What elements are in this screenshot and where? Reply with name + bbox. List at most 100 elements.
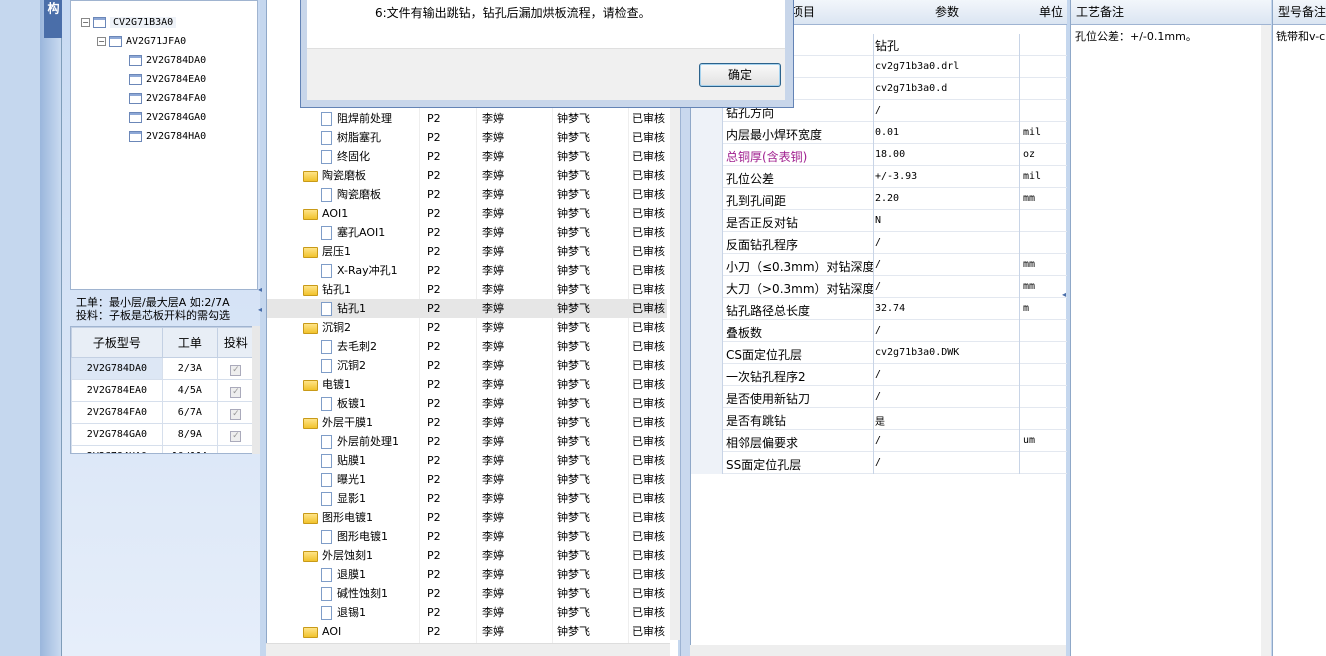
table-row[interactable]: 2V2G784HA010/11A ✓ — [71, 445, 255, 453]
flow-row[interactable]: 陶瓷磨板 P2 李婷 钟梦飞 已审核 — [267, 185, 667, 204]
col-header-value[interactable]: 参数 — [935, 0, 959, 25]
param-value[interactable]: / — [873, 276, 1020, 298]
feed-checkbox[interactable]: ✓ — [230, 386, 242, 398]
row-header[interactable] — [691, 254, 723, 276]
flow-row[interactable]: 钻孔1 P2 李婷 钟梦飞 已审核 — [267, 280, 667, 299]
flow-row[interactable]: 阻焊前处理 P2 李婷 钟梦飞 已审核 — [267, 109, 667, 128]
param-value[interactable]: cv2g71b3a0.d — [873, 78, 1020, 100]
param-value[interactable]: / — [873, 232, 1020, 254]
param-value[interactable]: / — [873, 452, 1020, 474]
param-value[interactable]: / — [873, 386, 1020, 408]
feed-checkbox[interactable]: ✓ — [230, 452, 242, 453]
flow-horizontal-scrollbar[interactable] — [266, 643, 670, 656]
param-value[interactable]: 0.01 — [873, 122, 1020, 144]
cell-order[interactable]: 4/5A — [161, 379, 218, 402]
row-header[interactable] — [691, 452, 723, 474]
param-value[interactable]: N — [873, 210, 1020, 232]
param-row[interactable]: 一次钻孔程序2 / — [691, 364, 1067, 386]
cell-order[interactable]: 2/3A — [161, 357, 218, 380]
flow-row[interactable]: 外层干膜1 P2 李婷 钟梦飞 已审核 — [267, 413, 667, 432]
param-value[interactable]: 2.20 — [873, 188, 1020, 210]
tree-leaf[interactable]: 2V2G784GA0 — [129, 108, 206, 126]
param-horizontal-scrollbar[interactable] — [690, 645, 1066, 656]
param-row[interactable]: 钻孔路径总长度 32.74 m — [691, 298, 1067, 320]
model-notes-text[interactable]: 铣带和v-cut — [1276, 28, 1326, 44]
param-row[interactable]: 叠板数 / — [691, 320, 1067, 342]
param-value[interactable]: / — [873, 254, 1020, 276]
param-row[interactable]: 总铜厚(含表铜) 18.00 oz — [691, 144, 1067, 166]
param-value[interactable]: 是 — [873, 408, 1020, 430]
flow-row[interactable]: 曝光1 P2 李婷 钟梦飞 已审核 — [267, 470, 667, 489]
collapse-icon[interactable]: − — [97, 36, 106, 46]
flow-row[interactable]: 沉铜2 P2 李婷 钟梦飞 已审核 — [267, 356, 667, 375]
flow-row[interactable]: 图形电镀1 P2 李婷 钟梦飞 已审核 — [267, 527, 667, 546]
flow-row[interactable]: 沉铜2 P2 李婷 钟梦飞 已审核 — [267, 318, 667, 337]
row-header[interactable] — [691, 232, 723, 254]
flow-row[interactable]: 外层蚀刻1 P2 李婷 钟梦飞 已审核 — [267, 546, 667, 565]
row-header[interactable] — [691, 166, 723, 188]
param-value[interactable]: +/-3.93 — [873, 166, 1020, 188]
flow-row[interactable]: 电镀1 P2 李婷 钟梦飞 已审核 — [267, 375, 667, 394]
cell-order[interactable]: 10/11A — [161, 445, 218, 453]
tree-leaf[interactable]: 2V2G784DA0 — [129, 51, 206, 69]
flow-row[interactable]: 碱性蚀刻1 P2 李婷 钟梦飞 已审核 — [267, 584, 667, 603]
col-header-order[interactable]: 工单 — [161, 327, 218, 358]
row-header[interactable] — [691, 386, 723, 408]
flow-row[interactable]: 贴膜1 P2 李婷 钟梦飞 已审核 — [267, 451, 667, 470]
param-value[interactable]: cv2g71b3a0.drl — [873, 56, 1020, 78]
param-row[interactable]: 孔到孔间距 2.20 mm — [691, 188, 1067, 210]
flow-row[interactable]: 外层前处理1 P2 李婷 钟梦飞 已审核 — [267, 432, 667, 451]
table-row[interactable]: 2V2G784FA0 6/7A ✓ — [71, 401, 255, 424]
table-row[interactable]: 2V2G784DA0 2/3A ✓ — [71, 357, 255, 380]
row-header[interactable] — [691, 408, 723, 430]
process-notes-text[interactable]: 孔位公差：+/-0.1mm。 — [1075, 28, 1260, 44]
flow-row[interactable]: 图形电镀1 P2 李婷 钟梦飞 已审核 — [267, 508, 667, 527]
row-header[interactable] — [691, 276, 723, 298]
param-value[interactable]: cv2g71b3a0.DWK — [873, 342, 1020, 364]
flow-row[interactable]: 去毛刺2 P2 李婷 钟梦飞 已审核 — [267, 337, 667, 356]
flow-row[interactable]: 退锡1 P2 李婷 钟梦飞 已审核 — [267, 603, 667, 622]
collapse-icon[interactable]: − — [81, 17, 90, 27]
param-row[interactable]: 孔位公差 +/-3.93 mil — [691, 166, 1067, 188]
row-header[interactable] — [691, 298, 723, 320]
splitter-arrows-icon[interactable]: ◂ ◂ — [258, 280, 264, 360]
flow-row[interactable]: AOI P2 李婷 钟梦飞 已审核 — [267, 622, 667, 641]
flow-row[interactable]: 终固化 P2 李婷 钟梦飞 已审核 — [267, 147, 667, 166]
flow-row[interactable]: AOI1 P2 李婷 钟梦飞 已审核 — [267, 204, 667, 223]
row-header[interactable] — [691, 122, 723, 144]
flow-row[interactable]: 显影1 P2 李婷 钟梦飞 已审核 — [267, 489, 667, 508]
col-header-unit[interactable]: 单位 — [1039, 0, 1063, 25]
flow-row[interactable]: 树脂塞孔 P2 李婷 钟梦飞 已审核 — [267, 128, 667, 147]
feed-checkbox[interactable]: ✓ — [230, 430, 242, 442]
param-row[interactable]: 是否正反对钻 N — [691, 210, 1067, 232]
row-header[interactable] — [691, 320, 723, 342]
param-row[interactable]: 大刀（>0.3mm）对钻深度 / mm — [691, 276, 1067, 298]
row-header[interactable] — [691, 364, 723, 386]
cell-order[interactable]: 8/9A — [161, 423, 218, 446]
flow-row[interactable]: 板镀1 P2 李婷 钟梦飞 已审核 — [267, 394, 667, 413]
flow-row[interactable]: 塞孔AOI1 P2 李婷 钟梦飞 已审核 — [267, 223, 667, 242]
flow-row[interactable]: 层压1 P2 李婷 钟梦飞 已审核 — [267, 242, 667, 261]
flow-row[interactable]: 陶瓷磨板 P2 李婷 钟梦飞 已审核 — [267, 166, 667, 185]
notes-scrollbar[interactable] — [1261, 25, 1271, 656]
col-header-model[interactable]: 子板型号 — [71, 327, 163, 358]
param-row[interactable]: 相邻层偏要求 / um — [691, 430, 1067, 452]
param-value[interactable]: / — [873, 430, 1020, 452]
table-row[interactable]: 2V2G784EA0 4/5A ✓ — [71, 379, 255, 402]
param-value[interactable]: 18.00 — [873, 144, 1020, 166]
feed-checkbox[interactable]: ✓ — [230, 364, 242, 376]
row-header[interactable] — [691, 188, 723, 210]
feed-checkbox[interactable]: ✓ — [230, 408, 242, 420]
ok-button[interactable]: 确定 — [699, 63, 781, 87]
tree-leaf[interactable]: 2V2G784FA0 — [129, 89, 206, 107]
param-row[interactable]: CS面定位孔层 cv2g71b3a0.DWK — [691, 342, 1067, 364]
row-header[interactable] — [691, 430, 723, 452]
row-header[interactable] — [691, 342, 723, 364]
col-header-feed[interactable]: 投料 — [216, 327, 255, 358]
cell-order[interactable]: 6/7A — [161, 401, 218, 424]
tree-node-root[interactable]: − CV2G71B3A0 — [81, 13, 177, 31]
collapse-arrow-icon[interactable]: ◂ — [1062, 290, 1070, 330]
tree-leaf[interactable]: 2V2G784HA0 — [129, 127, 206, 145]
row-header[interactable] — [691, 210, 723, 232]
param-row[interactable]: 是否有跳钻 是 — [691, 408, 1067, 430]
